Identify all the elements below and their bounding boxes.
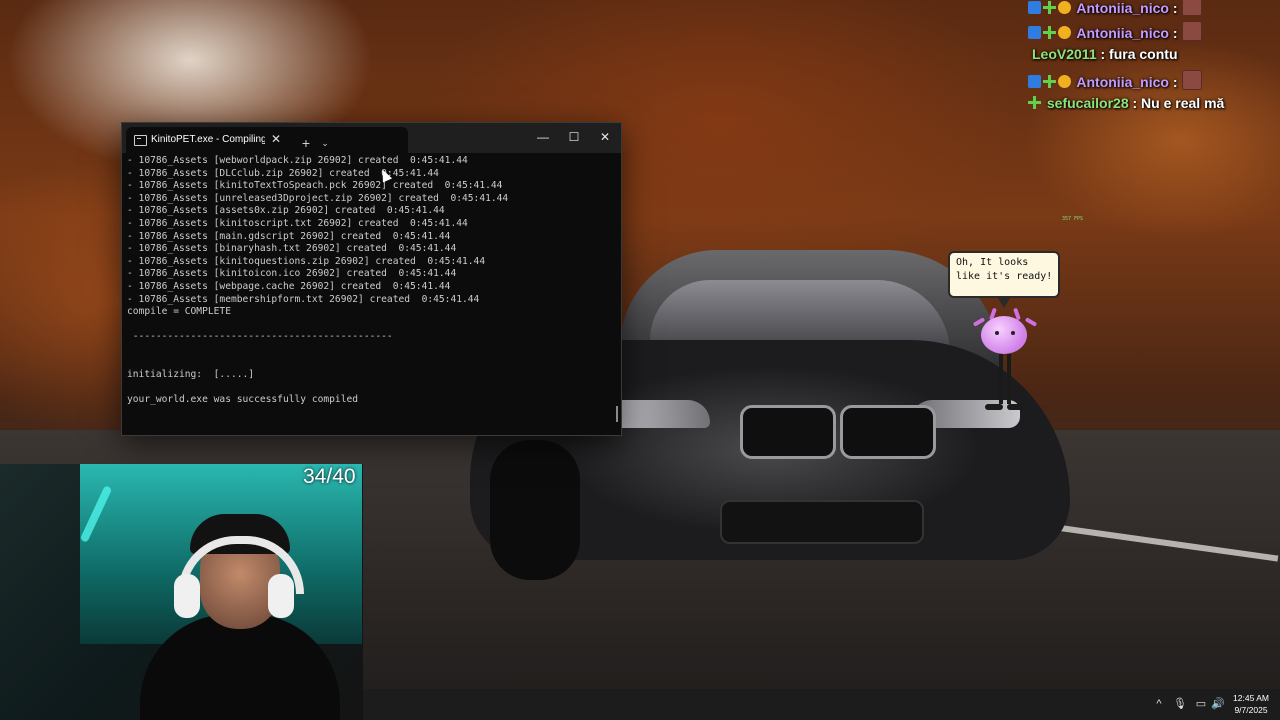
chat-separator: : bbox=[1128, 95, 1138, 111]
chat-text: Nu e real mă bbox=[1137, 95, 1225, 111]
chat-separator: : bbox=[1168, 25, 1178, 41]
chat-message: sefucailor28 : Nu e real mă bbox=[1028, 95, 1224, 117]
emote-icon bbox=[1181, 0, 1202, 16]
terminal-line: - 10786_Assets [membershipform.txt 26902… bbox=[127, 293, 480, 305]
terminal-icon bbox=[134, 135, 147, 146]
badge-icon bbox=[1028, 75, 1041, 88]
terminal-line: compile = COMPLETE bbox=[127, 306, 231, 318]
plus-badge-icon bbox=[1043, 26, 1056, 39]
coin-badge-icon bbox=[1058, 75, 1071, 88]
coin-badge-icon bbox=[1058, 1, 1071, 14]
minimize-button[interactable]: — bbox=[528, 123, 558, 151]
axolotl-pet-icon[interactable] bbox=[972, 307, 1039, 420]
badge-icon bbox=[1028, 1, 1041, 14]
chat-message: Antoniia_nico : bbox=[1028, 21, 1202, 43]
chat-username: LeoV2011 bbox=[1032, 46, 1097, 62]
emote-icon bbox=[1181, 70, 1202, 90]
terminal-tab[interactable]: KinitoPET.exe - Compiling (Ac ✕ + ⌄ bbox=[126, 127, 408, 153]
speech-bubble-tail bbox=[998, 298, 1010, 308]
volume-icon[interactable]: 🔊 bbox=[1211, 697, 1225, 711]
terminal-line: - 10786_Assets [webworldpack.zip 26902] … bbox=[127, 155, 468, 166]
plus-badge-icon bbox=[1043, 75, 1056, 88]
terminal-titlebar[interactable]: KinitoPET.exe - Compiling (Ac ✕ + ⌄ — ☐ … bbox=[122, 123, 621, 153]
chevron-up-icon[interactable]: ^ bbox=[1152, 697, 1166, 711]
webcam-counter: 34/40 bbox=[303, 465, 356, 488]
plus-badge-icon bbox=[1028, 96, 1041, 109]
terminal-window[interactable]: KinitoPET.exe - Compiling (Ac ✕ + ⌄ — ☐ … bbox=[121, 122, 622, 436]
chat-username: Antoniia_nico bbox=[1076, 0, 1169, 16]
display-icon[interactable]: ▭ bbox=[1194, 697, 1208, 711]
terminal-line: ----------------------------------------… bbox=[127, 331, 393, 343]
terminal-output[interactable]: - 10786_Assets [webworldpack.zip 26902] … bbox=[127, 155, 607, 431]
stream-chat-overlay: Antoniia_nico : Antoniia_nico : LeoV2011… bbox=[1028, 0, 1280, 120]
chat-text: fura contu bbox=[1105, 46, 1178, 62]
badge-icon bbox=[1028, 26, 1041, 39]
chat-username: sefucailor28 bbox=[1046, 95, 1129, 111]
new-tab-button[interactable]: + bbox=[298, 135, 314, 151]
webcam-feed bbox=[0, 464, 363, 720]
terminal-line: - 10786_Assets [binaryhash.txt 26902] cr… bbox=[127, 243, 457, 255]
maximize-button[interactable]: ☐ bbox=[559, 123, 589, 151]
clock-date[interactable]: 9/7/2025 bbox=[1231, 705, 1271, 715]
terminal-line: - 10786_Assets [webpage.cache 26902] cre… bbox=[127, 280, 451, 292]
chat-separator: : bbox=[1168, 0, 1178, 16]
clock-time[interactable]: 12:45 AM bbox=[1231, 693, 1271, 703]
coin-badge-icon bbox=[1058, 26, 1071, 39]
terminal-line: initializing: [.....] bbox=[127, 369, 255, 381]
terminal-line: - 10786_Assets [assets0x.zip 26902] crea… bbox=[127, 205, 445, 217]
emote-icon bbox=[1181, 21, 1202, 41]
chat-username: Antoniia_nico bbox=[1076, 74, 1169, 90]
terminal-tab-title: KinitoPET.exe - Compiling (Ac bbox=[151, 134, 265, 145]
terminal-line: your_world.exe was successfully compiled bbox=[127, 394, 359, 406]
terminal-line: - 10786_Assets [kinitoicon.ico 26902] cr… bbox=[127, 268, 457, 280]
chat-separator: : bbox=[1168, 74, 1178, 90]
tab-close-icon[interactable]: ✕ bbox=[268, 131, 284, 147]
chat-separator: : bbox=[1096, 46, 1106, 62]
pet-speech-bubble: Oh, It looks like it's ready! bbox=[948, 251, 1060, 298]
chat-message: Antoniia_nico : bbox=[1028, 0, 1202, 18]
tab-dropdown-icon[interactable]: ⌄ bbox=[318, 135, 332, 151]
close-button[interactable]: ✕ bbox=[590, 123, 620, 151]
fps-counter: 357 FPS bbox=[1062, 216, 1084, 222]
terminal-line: - 10786_Assets [kinitoTextToSpeach.pck 2… bbox=[127, 180, 503, 192]
microphone-icon[interactable]: 🎙 bbox=[1173, 697, 1187, 711]
plus-badge-icon bbox=[1043, 1, 1056, 14]
chat-username: Antoniia_nico bbox=[1076, 25, 1169, 41]
terminal-line: - 10786_Assets [kinitoscript.txt 26902] … bbox=[127, 217, 468, 229]
terminal-line: - 10786_Assets [unreleased3Dproject.zip … bbox=[127, 192, 509, 204]
terminal-line: - 10786_Assets [DLCclub.zip 26902] creat… bbox=[127, 167, 439, 179]
terminal-scrollbar[interactable] bbox=[616, 406, 618, 422]
terminal-line: - 10786_Assets [kinitoquestions.zip 2690… bbox=[127, 255, 486, 267]
taskbar: ^ 🎙 ▭ 🔊 12:45 AM 9/7/2025 bbox=[363, 689, 1280, 720]
terminal-line: - 10786_Assets [main.gdscript 26902] cre… bbox=[127, 230, 451, 242]
chat-message: LeoV2011 : fura contu bbox=[1032, 46, 1178, 68]
chat-message: Antoniia_nico : bbox=[1028, 70, 1202, 92]
